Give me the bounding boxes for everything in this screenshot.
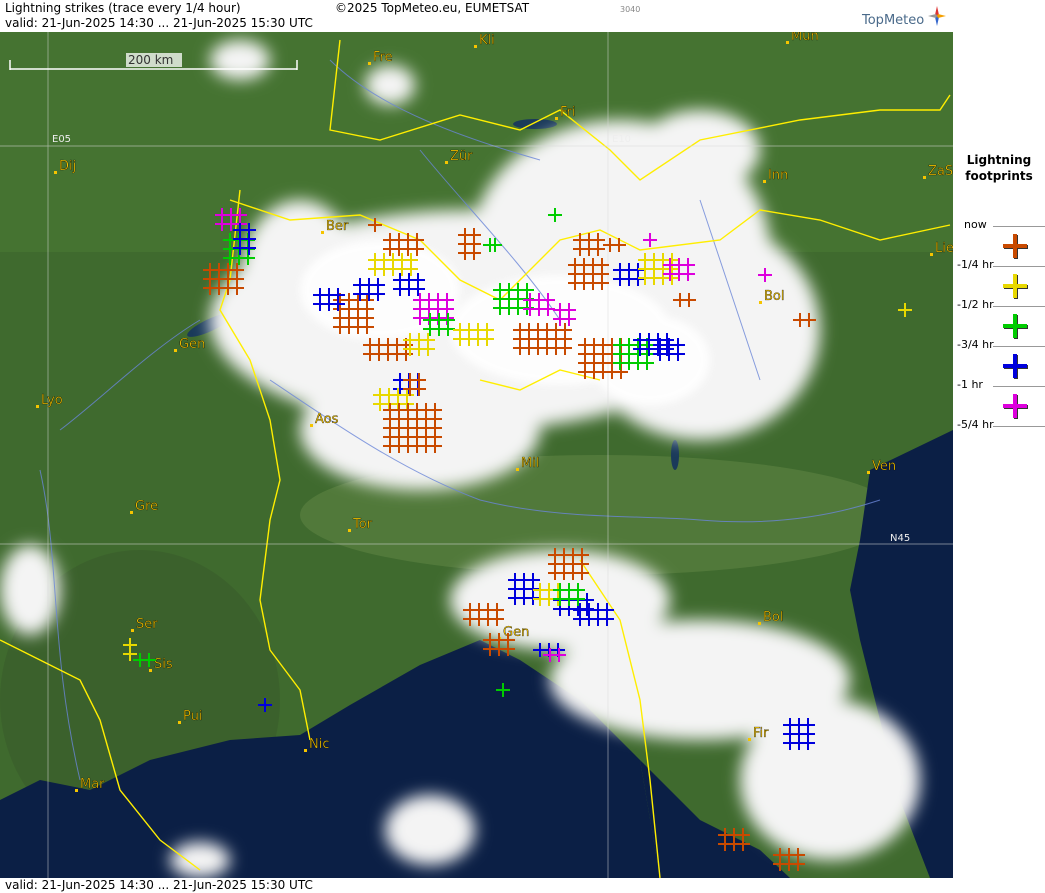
city-label: Pui — [183, 709, 202, 724]
grid-label-n45: N45 — [890, 533, 910, 544]
map-code: 3040 — [620, 5, 641, 14]
city-marker — [867, 471, 870, 474]
legend-time-label: -1/2 hr — [957, 298, 994, 311]
legend-cross-icon — [1003, 354, 1028, 379]
grid-label-e05: E05 — [52, 134, 71, 145]
compass-logo-icon — [928, 6, 946, 26]
city-label: Dij — [59, 159, 76, 174]
city-marker — [759, 301, 762, 304]
city-label: Zür — [450, 149, 473, 164]
legend-cross-icon — [1003, 394, 1028, 419]
city-marker — [786, 41, 789, 44]
header-bar: Lightning strikes (trace every 1/4 hour)… — [0, 0, 953, 32]
city-marker — [445, 161, 448, 164]
city-label: Nic — [309, 737, 329, 752]
city-marker — [555, 117, 558, 120]
city-label: Ven — [872, 459, 896, 474]
city-label: Mün — [791, 32, 819, 44]
city-label: Inn — [768, 168, 788, 183]
city-marker — [36, 405, 39, 408]
city-label: Aos — [315, 412, 339, 427]
legend-divider — [993, 306, 1045, 307]
city-label: Bol — [764, 289, 784, 304]
legend-time-label: -1/4 hr — [957, 258, 994, 271]
city-label: Tor — [352, 517, 373, 532]
city-marker — [131, 629, 134, 632]
city-label: Gre — [135, 499, 158, 514]
city-marker — [54, 171, 57, 174]
legend-time-label: -5/4 hr — [957, 418, 994, 431]
legend-cross-icon — [1003, 274, 1028, 299]
city-marker — [321, 231, 324, 234]
city-marker — [75, 789, 78, 792]
city-label: Lie — [935, 241, 953, 256]
legend-time-label: -3/4 hr — [957, 338, 994, 351]
city-label: Ber — [326, 219, 349, 234]
legend-divider — [993, 426, 1045, 427]
city-label: Kli — [479, 33, 495, 48]
footer-valid-time: valid: 21-Jun-2025 14:30 ... 21-Jun-2025… — [5, 878, 313, 892]
legend-cross-icon — [1003, 314, 1028, 339]
legend-divider — [993, 266, 1045, 267]
lake-constance — [513, 119, 557, 129]
legend-time-label: -1 hr — [957, 378, 983, 391]
city-marker — [758, 622, 761, 625]
city-marker — [474, 45, 477, 48]
city-label: Lyo — [41, 393, 63, 408]
city-label: ZaS — [928, 164, 953, 179]
city-marker — [930, 253, 933, 256]
city-marker — [516, 468, 519, 471]
city-marker — [748, 738, 751, 741]
city-label: Fri — [560, 105, 576, 120]
city-label: Fre — [373, 50, 393, 65]
lightning-legend: Lightning footprints now -1/4 hr -1/2 hr -3… — [953, 0, 1045, 893]
brand-logo-text: TopMeteo — [862, 13, 925, 28]
scale-label: 200 km — [128, 53, 173, 67]
city-marker — [348, 529, 351, 532]
legend-cross-icon — [1003, 234, 1028, 259]
city-label: Gen — [179, 337, 205, 352]
city-marker — [310, 424, 313, 427]
legend-divider — [993, 226, 1045, 227]
footer-bar: valid: 21-Jun-2025 14:30 ... 21-Jun-2025… — [0, 878, 953, 893]
city-marker — [178, 721, 181, 724]
legend-time-label: now — [964, 218, 987, 231]
city-marker — [174, 349, 177, 352]
legend-divider — [993, 346, 1045, 347]
city-label: Gen — [503, 625, 529, 640]
city-marker — [149, 669, 152, 672]
copyright: ©2025 TopMeteo.eu, EUMETSAT — [335, 1, 530, 15]
map-canvas: E05 E10 N45 200 km Kli Mün Fre Fri Dij Zür Inn… — [0, 32, 953, 878]
city-marker — [368, 62, 371, 65]
grid-label-e10: E10 — [612, 134, 631, 145]
city-marker — [923, 176, 926, 179]
city-label: Bol — [763, 610, 783, 625]
city-label: Sis — [154, 657, 173, 672]
valid-time: valid: 21-Jun-2025 14:30 ... 21-Jun-2025… — [5, 16, 313, 30]
city-label: Fir — [753, 726, 769, 741]
city-label: Ser — [136, 617, 158, 632]
legend-title: Lightning footprints — [965, 153, 1033, 183]
map-title: Lightning strikes (trace every 1/4 hour) — [5, 1, 241, 15]
city-marker — [130, 511, 133, 514]
city-label: Mil — [521, 456, 539, 471]
city-label: Mar — [80, 777, 105, 792]
legend-divider — [993, 386, 1045, 387]
city-marker — [763, 180, 766, 183]
city-marker — [304, 749, 307, 752]
satellite-map[interactable]: E05 E10 N45 200 km Kli Mün Fre Fri Dij Zür Inn… — [0, 32, 953, 878]
